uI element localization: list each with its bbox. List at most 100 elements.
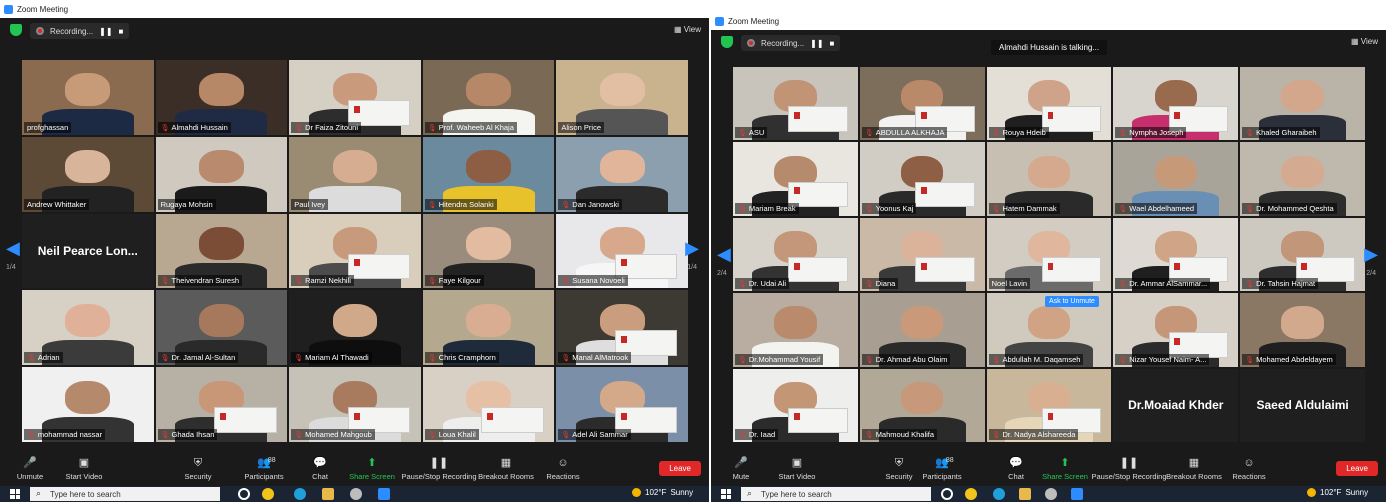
pause-recording-button[interactable]: ❚❚ — [99, 27, 112, 36]
participant-tile[interactable]: 🎙 Dr. Udai Ali — [733, 217, 858, 292]
ask-to-unmute-button[interactable]: Ask to Unmute — [1045, 296, 1099, 307]
next-page-arrow-icon[interactable]: ▶ — [1364, 244, 1378, 265]
participant-tile[interactable]: 🎙 Almahdi Hussain — [155, 60, 288, 135]
participant-tile[interactable]: 🎙 Dr. Jamal Al-Sultan — [155, 290, 288, 366]
participant-tile[interactable]: Neil Pearce Lon... — [22, 213, 154, 289]
participant-tile[interactable]: 🎙 Mariam Break — [733, 142, 858, 216]
participant-tile[interactable]: 🎙 Dr. Tahsin Hajmat — [1240, 217, 1365, 292]
participant-tile[interactable]: Paul Ivey — [289, 136, 421, 212]
participant-tile[interactable]: 🎙 Dan Janowski — [556, 136, 688, 212]
view-button[interactable]: ▦ View — [1351, 37, 1378, 46]
toolbar-share-screen-button[interactable]: ⬆ Share Screen — [349, 457, 395, 481]
task-view-icon[interactable] — [941, 488, 953, 500]
participant-tile[interactable]: 🎙 Dr. Nadya Alshareeda — [986, 368, 1112, 442]
participant-tile[interactable]: 🎙 Mohamed Abdeldayem — [1240, 293, 1365, 367]
file-explorer-icon[interactable] — [322, 488, 334, 500]
participant-tile[interactable]: 🎙 Adel Ali Sammar — [556, 367, 688, 442]
prev-page-arrow-icon[interactable]: ◀ — [717, 244, 731, 265]
participant-tile[interactable]: 🎙 Loua Khalil — [422, 367, 555, 442]
encryption-shield-icon[interactable] — [721, 36, 733, 48]
participant-tile[interactable]: 🎙 Susana Novoeli — [556, 213, 688, 289]
participant-tile[interactable]: 🎙 Nizar Yousef Naim- A... — [1113, 293, 1239, 367]
participant-tile[interactable]: 🎙 Rouya Hdeib — [986, 67, 1112, 141]
prev-page-arrow-icon[interactable]: ◀ — [6, 238, 20, 259]
toolbar-chat-button[interactable]: 💬 Chat — [1008, 457, 1024, 481]
edge-icon[interactable] — [294, 488, 306, 500]
participant-tile[interactable]: 🎙 Manal AlMatrook — [556, 290, 688, 366]
app-icon[interactable] — [1045, 488, 1057, 500]
participant-tile[interactable]: 🎙 Hatem Dammak — [986, 142, 1112, 216]
participant-tile[interactable]: 🎙 Adrian — [22, 290, 154, 366]
participant-tile[interactable]: 🎙 Nympha Joseph — [1113, 67, 1239, 141]
windows-start-icon[interactable] — [10, 489, 20, 499]
toolbar-breakout-rooms-button[interactable]: ▦ Breakout Rooms — [1166, 457, 1222, 481]
participant-tile[interactable]: 🎙 Mariam Al Thawadi — [289, 290, 421, 366]
app-icon[interactable] — [350, 488, 362, 500]
stop-recording-button[interactable]: ■ — [119, 27, 124, 36]
stop-recording-button[interactable]: ■ — [830, 39, 835, 48]
participant-tile[interactable]: Andrew Whittaker — [22, 136, 154, 212]
participant-tile[interactable]: 🎙 Theivendran Suresh — [155, 213, 288, 289]
taskbar-search-input[interactable]: ⌕ Type here to search — [741, 487, 931, 501]
weather-widget[interactable]: 102°F Sunny — [632, 488, 693, 497]
toolbar-breakout-rooms-button[interactable]: ▦ Breakout Rooms — [478, 457, 534, 481]
toolbar-pause-stop-recording-button[interactable]: ❚❚ Pause/Stop Recording — [1091, 457, 1166, 481]
toolbar-participants-button[interactable]: 👥 88 Participants — [922, 457, 961, 481]
participant-tile[interactable]: 🎙 Dr. Mohammed Qeshta — [1240, 142, 1365, 216]
participant-tile[interactable]: 🎙 Mahmoud Khalifa — [859, 368, 985, 442]
task-view-icon[interactable] — [238, 488, 250, 500]
chrome-icon[interactable] — [965, 488, 977, 500]
view-button[interactable]: ▦ View — [674, 25, 701, 34]
windows-start-icon[interactable] — [721, 489, 731, 499]
toolbar-start-video-button[interactable]: ▣ Start Video — [779, 457, 816, 481]
encryption-shield-icon[interactable] — [10, 24, 22, 36]
participant-tile[interactable]: profghassan — [22, 60, 154, 135]
participant-tile[interactable]: 🎙 Chris Cramphorn — [422, 290, 555, 366]
participant-tile[interactable]: 🎙 Hitendra Solanki — [422, 136, 555, 212]
toolbar-pause-stop-recording-button[interactable]: ❚❚ Pause/Stop Recording — [401, 457, 476, 481]
participant-tile[interactable]: 🎙 Dr. Iaad — [733, 368, 858, 442]
participant-tile[interactable]: 🎙 Ramzi Nekhili — [289, 213, 421, 289]
weather-widget[interactable]: 102°F Sunny — [1307, 488, 1368, 497]
participant-tile[interactable]: Dr.Moaiad Khder — [1113, 368, 1239, 442]
participant-tile[interactable]: 🎙 Dr. Ahmad Abu Olaim — [859, 293, 985, 367]
participant-tile[interactable]: 🎙 Faye Kilgour — [422, 213, 555, 289]
participant-tile[interactable]: 🎙 Ghada Ihsan — [155, 367, 288, 442]
zoom-taskbar-icon[interactable] — [1071, 488, 1083, 500]
participant-tile[interactable]: 🎙 Dr Faiza Zitouni — [289, 60, 421, 135]
toolbar-participants-button[interactable]: 👥 88 Participants — [244, 457, 283, 481]
toolbar-reactions-button[interactable]: ☺ Reactions — [1232, 457, 1265, 481]
participant-tile[interactable]: 🎙 Mohamed Mahgoub — [289, 367, 421, 442]
toolbar-chat-button[interactable]: 💬 Chat — [312, 457, 328, 481]
participant-tile[interactable]: 🎙 Wael Abdelhameed — [1113, 142, 1239, 216]
participant-tile[interactable]: 🎙 Dr.Mohammad Yousif — [733, 293, 858, 367]
participant-tile[interactable]: 🎙 ABDULLA ALKHAJA — [859, 67, 985, 141]
participant-tile[interactable]: 🎙 Diana — [859, 217, 985, 292]
participant-tile[interactable]: Rugaya Mohsin — [155, 136, 288, 212]
participant-tile[interactable]: Alison Price — [556, 60, 688, 135]
file-explorer-icon[interactable] — [1019, 488, 1031, 500]
next-page-arrow-icon[interactable]: ▶ — [685, 238, 699, 259]
participant-tile[interactable]: 🎙 Khaled Gharaibeh — [1240, 67, 1365, 141]
edge-icon[interactable] — [993, 488, 1005, 500]
toolbar-security-button[interactable]: ⛨ Security — [885, 457, 912, 481]
leave-button[interactable]: Leave — [1336, 461, 1378, 476]
participant-tile[interactable]: Saeed Aldulaimi — [1240, 368, 1365, 442]
taskbar-search-input[interactable]: ⌕ Type here to search — [30, 487, 220, 501]
toolbar-start-video-button[interactable]: ▣ Start Video — [66, 457, 103, 481]
leave-button[interactable]: Leave — [659, 461, 701, 476]
participant-tile[interactable]: 🎙 mohammad nassar — [22, 367, 154, 442]
participant-tile[interactable]: 🎙 Prof. Waheeb Al Khaja — [422, 60, 555, 135]
zoom-taskbar-icon[interactable] — [378, 488, 390, 500]
participant-tile[interactable]: 🎙 Yoonus Kaj — [859, 142, 985, 216]
toolbar-unmute-button[interactable]: 🎤 Unmute — [17, 457, 43, 481]
chrome-icon[interactable] — [262, 488, 274, 500]
participant-tile[interactable]: 🎙 Dr. Ammar AlSammar... — [1113, 217, 1239, 292]
toolbar-reactions-button[interactable]: ☺ Reactions — [546, 457, 579, 481]
participant-tile[interactable]: 🎙 ASU — [733, 67, 858, 141]
toolbar-share-screen-button[interactable]: ⬆ Share Screen — [1042, 457, 1088, 481]
pause-recording-button[interactable]: ❚❚ — [810, 39, 823, 48]
toolbar-mute-button[interactable]: 🎤 Mute — [733, 457, 750, 481]
participant-tile[interactable]: Noel Lavin — [986, 217, 1112, 292]
toolbar-security-button[interactable]: ⛨ Security — [184, 457, 211, 481]
